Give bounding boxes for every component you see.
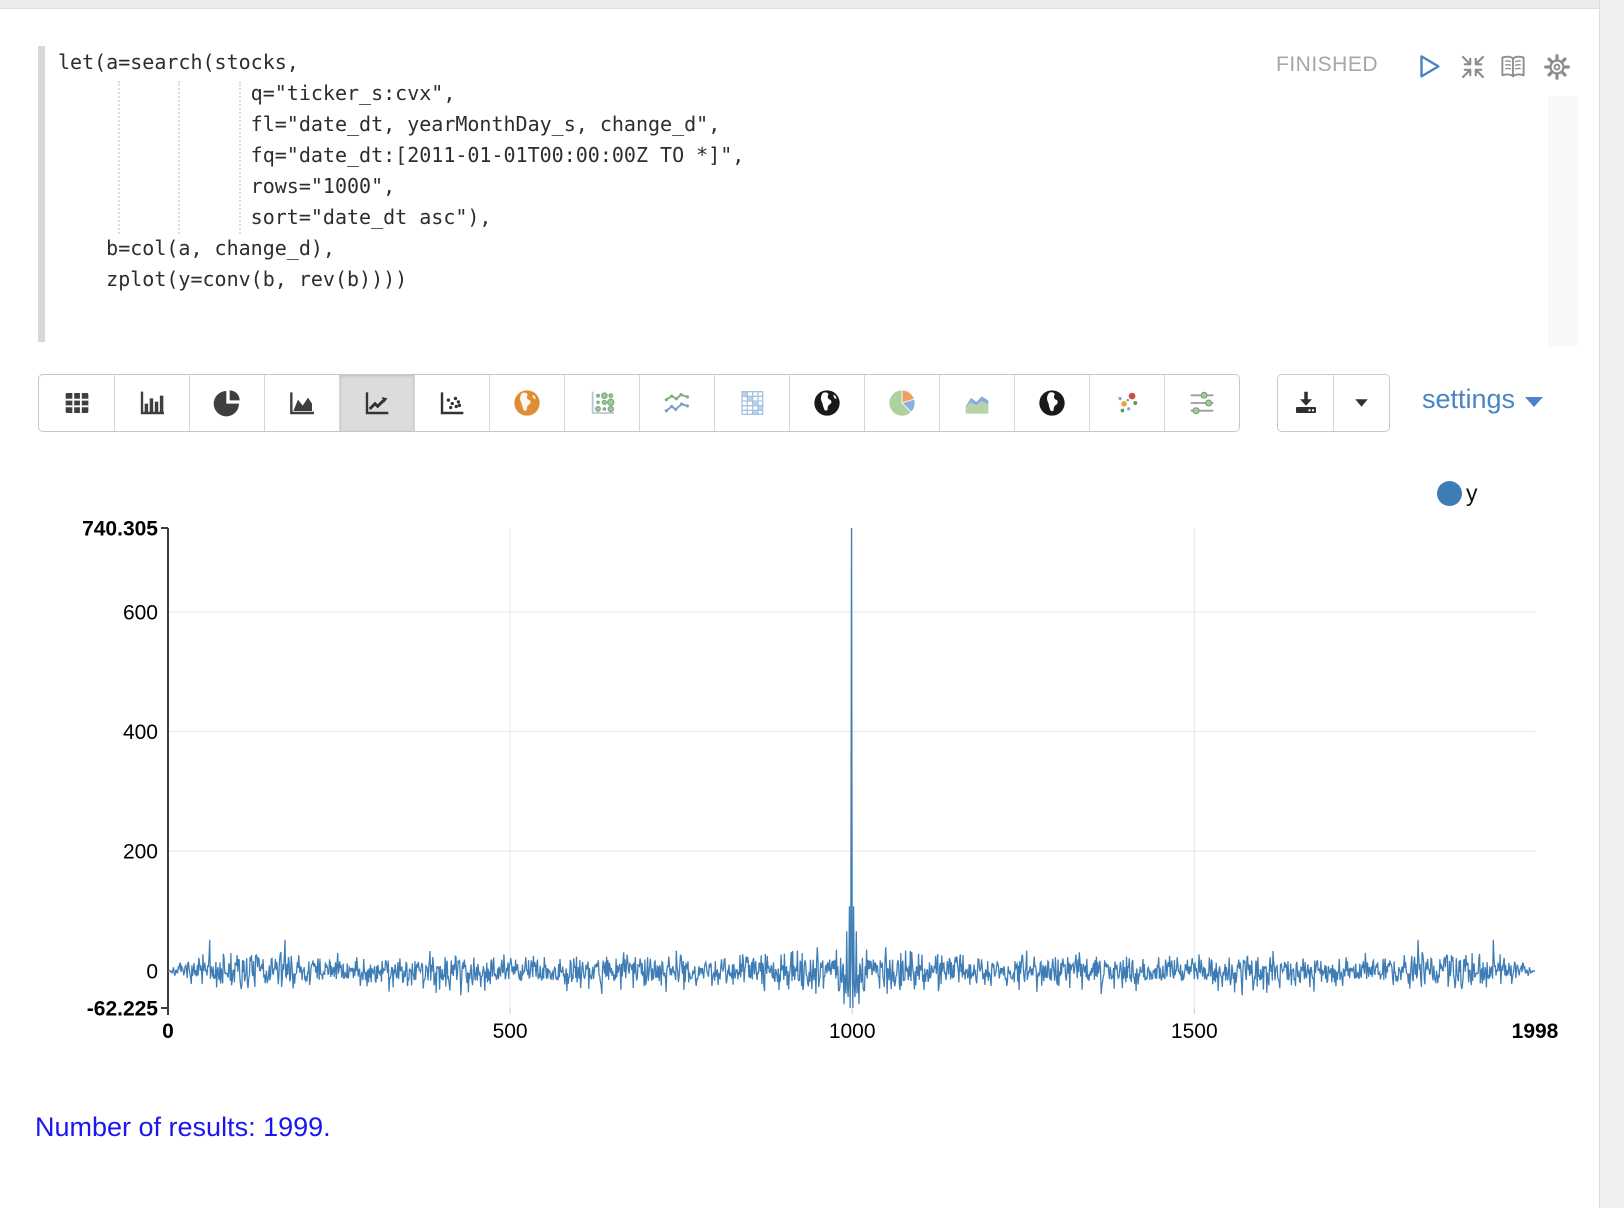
y-axis-tick-label: 0 (146, 960, 158, 983)
y-axis-tick-label: 400 (123, 721, 158, 744)
line-chart-canvas[interactable]: 740.3056004002000-62.2250500100015001998 (0, 0, 1624, 1208)
x-axis-tick-label: 1998 (1512, 1020, 1559, 1043)
y-axis-tick-label: 600 (123, 601, 158, 624)
zeppelin-paragraph: let(a=search(stocks, q="ticker_s:cvx", f… (0, 0, 1624, 1208)
y-axis-tick-label: -62.225 (87, 998, 159, 1021)
x-axis-tick-label: 500 (493, 1020, 528, 1043)
x-axis-tick-label: 0 (162, 1020, 174, 1043)
series-y-line (168, 528, 1535, 1008)
results-count-text: Number of results: 1999. (35, 1112, 331, 1143)
y-axis-tick-label: 740.305 (82, 518, 158, 541)
x-axis-tick-label: 1500 (1171, 1020, 1218, 1043)
x-axis-tick-label: 1000 (829, 1020, 876, 1043)
y-axis-tick-label: 200 (123, 841, 158, 864)
